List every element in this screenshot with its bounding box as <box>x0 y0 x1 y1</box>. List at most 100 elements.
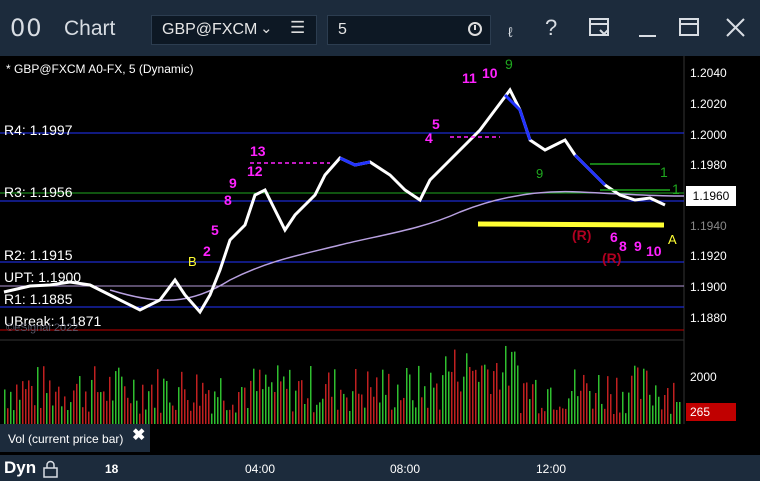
volume-bar <box>373 396 375 424</box>
volume-bar <box>472 370 474 424</box>
volume-bar <box>187 400 189 424</box>
maximize-icon[interactable] <box>678 16 702 40</box>
volume-bar <box>409 374 411 424</box>
close-icon[interactable] <box>724 16 748 40</box>
volume-bar <box>514 351 516 424</box>
volume-bar <box>604 408 606 424</box>
volume-bar <box>169 402 171 424</box>
volume-bar <box>214 391 216 424</box>
volume-bar <box>517 365 519 424</box>
upt-label: UPT: 1.1900 <box>4 269 82 285</box>
volume-bar <box>631 375 633 424</box>
volume-bar <box>466 353 468 424</box>
volume-bar <box>259 369 261 424</box>
volume-bar <box>574 369 576 424</box>
clock-icon[interactable] <box>468 22 482 36</box>
price-tick: 1.1880 <box>690 311 727 325</box>
volume-bar <box>31 385 33 424</box>
volume-bar <box>208 390 210 424</box>
volume-bar <box>511 351 513 424</box>
volume-bar <box>190 410 192 424</box>
volume-bar <box>364 407 366 424</box>
volume-bar <box>262 389 264 424</box>
volume-bar <box>493 371 495 424</box>
volume-bar <box>415 407 417 424</box>
volume-bar <box>490 393 492 424</box>
volume-bar <box>457 381 459 424</box>
price-tick: 1.1900 <box>690 280 727 294</box>
dyn-toggle[interactable]: Dyn <box>4 458 36 478</box>
volume-bar <box>673 382 675 424</box>
draw-icon[interactable]: ℓ <box>508 24 513 40</box>
current-price-badge: 1.1960 <box>686 186 736 206</box>
volume-bar <box>427 407 429 424</box>
volume-bar <box>307 398 309 424</box>
volume-bar <box>523 383 525 424</box>
setup-count: 13 <box>250 143 266 159</box>
volume-pane-tab[interactable]: Vol (current price bar) ✖ <box>0 424 150 452</box>
volume-bar <box>121 376 123 424</box>
volume-bar <box>379 402 381 424</box>
volume-bar <box>439 409 441 424</box>
volume-bar <box>580 390 582 424</box>
volume-bar <box>583 374 585 424</box>
volume-bar <box>481 365 483 424</box>
volume-bar <box>526 382 528 424</box>
volume-bar <box>124 386 126 424</box>
volume-bar <box>265 374 267 424</box>
volume-bar <box>298 381 300 424</box>
volume-bar <box>136 400 138 424</box>
volume-bar <box>661 409 663 424</box>
volume-bar <box>244 387 246 424</box>
help-icon[interactable]: ? <box>545 15 557 41</box>
volume-bar <box>367 371 369 424</box>
volume-bar <box>334 369 336 424</box>
volume-bar <box>229 409 231 424</box>
volume-bar <box>349 410 351 424</box>
price-tick: 1.1940 <box>690 219 727 233</box>
volume-bar <box>394 407 396 424</box>
volume-bar <box>133 379 135 424</box>
volume-bar <box>112 400 114 424</box>
volume-bar <box>40 407 42 424</box>
symbol-input[interactable]: GBP@FXCM <box>162 21 258 39</box>
yellow-trend-line <box>477 221 665 228</box>
volume-bar <box>520 413 522 424</box>
marker-1: 1 <box>660 164 668 180</box>
layout-icon[interactable] <box>588 16 612 40</box>
volume-bar <box>562 408 564 424</box>
volume-bar <box>43 366 45 424</box>
volume-bar <box>211 413 213 424</box>
volume-bar <box>130 403 132 424</box>
volume-bar <box>340 389 342 424</box>
volume-bar <box>16 384 18 424</box>
time-label: 18 <box>105 462 119 476</box>
interval-input[interactable]: 5 <box>338 21 347 39</box>
volume-bar <box>175 409 177 424</box>
volume-bar <box>139 413 141 424</box>
price-tick: 1.2020 <box>690 97 727 111</box>
lock-icon[interactable] <box>42 460 60 478</box>
volume-bar <box>658 396 660 424</box>
volume-bar <box>442 375 444 424</box>
chevron-down-icon[interactable]: ⌄ <box>260 19 273 37</box>
interval-selector[interactable]: 5 <box>327 15 491 45</box>
volume-bar <box>37 367 39 424</box>
volume-bar <box>127 397 129 424</box>
volume-bar <box>355 368 357 424</box>
minimize-icon[interactable] <box>636 16 660 40</box>
marker-a: A <box>668 232 677 247</box>
volume-bar <box>238 392 240 424</box>
r2-label: R2: 1.1915 <box>4 247 73 263</box>
close-icon[interactable]: ✖ <box>132 425 145 445</box>
menu-icon[interactable]: ☰ <box>290 18 305 38</box>
marker-1: 1 <box>672 181 680 197</box>
title-bar: 00 Chart GBP@FXCM ⌄ ☰ 5 ℓ ? <box>0 0 760 56</box>
price-tick: 1.1980 <box>690 158 727 172</box>
setup-count: 9 <box>229 175 237 191</box>
volume-bar <box>538 413 540 424</box>
volume-bar <box>88 411 90 424</box>
symbol-selector[interactable]: GBP@FXCM ⌄ ☰ <box>151 15 317 45</box>
volume-bar <box>109 376 111 424</box>
volume-bar <box>13 410 15 424</box>
